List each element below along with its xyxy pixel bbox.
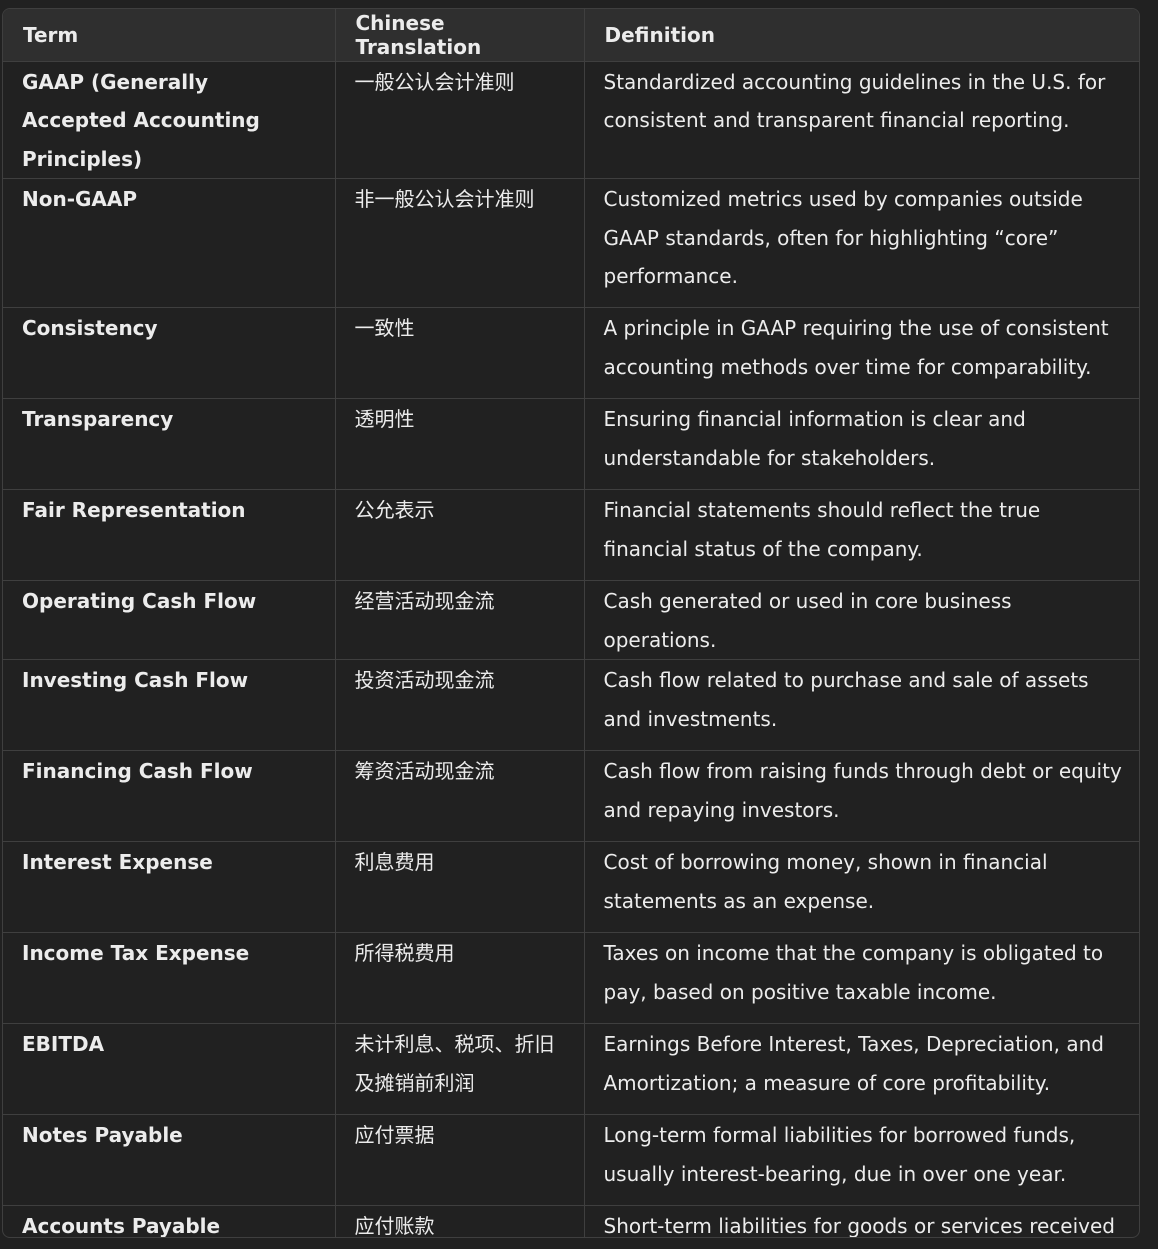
translation-cell: 应付账款 xyxy=(335,1205,585,1238)
term-text: Income Tax Expense xyxy=(22,941,250,965)
definition-text: Cost of borrowing money, shown in financ… xyxy=(603,850,1048,913)
translation-text: 应付票据 xyxy=(354,1123,435,1147)
term-text: GAAP (Generally Accepted Accounting Prin… xyxy=(22,69,260,171)
table-row: Financing Cash Flow 筹资活动现金流 Cash flow fr… xyxy=(3,750,1139,842)
definition-cell: Cash flow from raising funds through deb… xyxy=(584,750,1139,842)
table-row: Interest Expense 利息费用 Cost of borrowing … xyxy=(3,841,1139,933)
definition-cell: Ensuring financial information is clear … xyxy=(584,398,1139,490)
translation-text: 筹资活动现金流 xyxy=(354,759,495,783)
table-body: GAAP (Generally Accepted Accounting Prin… xyxy=(3,61,1139,1238)
term-cell: Operating Cash Flow xyxy=(3,580,336,660)
term-text: EBITDA xyxy=(22,1032,105,1056)
definition-text: Financial statements should reflect the … xyxy=(603,498,1041,561)
definition-text: Taxes on income that the company is obli… xyxy=(603,941,1104,1004)
term-text: Fair Representation xyxy=(22,498,246,522)
term-text: Financing Cash Flow xyxy=(22,759,253,783)
definition-text: Ensuring financial information is clear … xyxy=(603,407,1026,470)
table-row: Transparency 透明性 Ensuring financial info… xyxy=(3,398,1139,490)
translation-text: 透明性 xyxy=(354,407,415,431)
translation-cell: 投资活动现金流 xyxy=(335,659,585,751)
definition-text: Cash flow related to purchase and sale o… xyxy=(603,668,1089,731)
table-row: Income Tax Expense 所得税费用 Taxes on income… xyxy=(3,932,1139,1024)
table-row: Fair Representation 公允表示 Financial state… xyxy=(3,489,1139,581)
translation-text: 投资活动现金流 xyxy=(354,668,495,692)
translation-text: 一般公认会计准则 xyxy=(354,69,515,94)
definition-text: Cash flow from raising funds through deb… xyxy=(603,759,1122,822)
term-cell: Accounts Payable xyxy=(3,1205,336,1238)
table-row: EBITDA 未计利息、税项、折旧及摊销前利润 Earnings Before … xyxy=(3,1023,1139,1115)
glossary-table: Term Chinese Translation Definition GAAP… xyxy=(3,9,1139,1238)
translation-cell: 未计利息、税项、折旧及摊销前利润 xyxy=(335,1023,585,1115)
table-header: Term Chinese Translation Definition xyxy=(3,9,1139,62)
translation-text: 一致性 xyxy=(354,316,415,340)
definition-text: A principle in GAAP requiring the use of… xyxy=(603,316,1109,379)
translation-cell: 利息费用 xyxy=(335,841,585,933)
term-cell: Transparency xyxy=(3,398,336,490)
table-row: Non-GAAP 非一般公认会计准则 Customized metrics us… xyxy=(3,178,1139,308)
term-text: Interest Expense xyxy=(22,850,213,874)
translation-text: 所得税费用 xyxy=(354,941,455,965)
table-row: Operating Cash Flow 经营活动现金流 Cash generat… xyxy=(3,580,1139,660)
translation-cell: 一般公认会计准则 xyxy=(335,61,585,179)
table-row: Notes Payable 应付票据 Long-term formal liab… xyxy=(3,1114,1139,1206)
glossary-table-container: Term Chinese Translation Definition GAAP… xyxy=(2,8,1140,1238)
term-cell: Non-GAAP xyxy=(3,178,336,308)
term-cell: EBITDA xyxy=(3,1023,336,1115)
term-text: Transparency xyxy=(22,407,174,431)
translation-text: 未计利息、税项、折旧及摊销前利润 xyxy=(354,1032,555,1095)
term-cell: Notes Payable xyxy=(3,1114,336,1206)
definition-cell: Standardized accounting guidelines in th… xyxy=(584,61,1139,179)
definition-cell: Financial statements should reflect the … xyxy=(584,489,1139,581)
term-cell: Investing Cash Flow xyxy=(3,659,336,751)
definition-cell: Short-term liabilities for goods or serv… xyxy=(584,1206,1139,1238)
term-cell: GAAP (Generally Accepted Accounting Prin… xyxy=(3,61,336,179)
translation-cell: 所得税费用 xyxy=(335,932,585,1024)
translation-text: 利息费用 xyxy=(354,850,435,874)
table-row: Investing Cash Flow 投资活动现金流 Cash flow re… xyxy=(3,659,1139,751)
term-cell: Consistency xyxy=(3,307,336,399)
definition-cell: Long-term formal liabilities for borrowe… xyxy=(584,1114,1139,1206)
table-row: Consistency 一致性 A principle in GAAP requ… xyxy=(3,307,1139,399)
definition-text: Customized metrics used by companies out… xyxy=(603,187,1083,288)
translation-cell: 非一般公认会计准则 xyxy=(335,178,585,308)
term-text: Notes Payable xyxy=(22,1123,183,1147)
table-row: Accounts Payable 应付账款 Short-term liabili… xyxy=(3,1205,1139,1238)
definition-cell: A principle in GAAP requiring the use of… xyxy=(584,307,1139,399)
term-cell: Fair Representation xyxy=(3,489,336,581)
table-row: GAAP (Generally Accepted Accounting Prin… xyxy=(3,61,1139,179)
translation-text: 应付账款 xyxy=(354,1214,435,1238)
translation-cell: 透明性 xyxy=(335,398,585,490)
definition-cell: Cost of borrowing money, shown in financ… xyxy=(584,841,1139,933)
translation-cell: 公允表示 xyxy=(335,489,585,581)
translation-text: 非一般公认会计准则 xyxy=(354,187,535,211)
term-text: Consistency xyxy=(22,316,158,340)
definition-cell: Cash flow related to purchase and sale o… xyxy=(584,659,1139,751)
definition-text: Long-term formal liabilities for borrowe… xyxy=(603,1123,1076,1186)
translation-text: 公允表示 xyxy=(354,498,435,522)
term-text: Investing Cash Flow xyxy=(22,668,249,692)
translation-cell: 一致性 xyxy=(335,307,585,399)
term-text: Accounts Payable xyxy=(22,1214,221,1238)
term-cell: Financing Cash Flow xyxy=(3,750,336,842)
definition-text: Standardized accounting guidelines in th… xyxy=(603,69,1106,133)
term-text: Non-GAAP xyxy=(22,187,138,211)
definition-text: Cash generated or used in core business … xyxy=(603,589,1012,652)
term-cell: Income Tax Expense xyxy=(3,932,336,1024)
translation-cell: 应付票据 xyxy=(335,1114,585,1206)
definition-text: Earnings Before Interest, Taxes, Depreci… xyxy=(603,1032,1104,1095)
definition-cell: Cash generated or used in core business … xyxy=(584,580,1139,660)
definition-cell: Earnings Before Interest, Taxes, Depreci… xyxy=(584,1023,1139,1115)
table-header-row: Term Chinese Translation Definition xyxy=(3,9,1139,62)
translation-cell: 筹资活动现金流 xyxy=(335,750,585,842)
definition-text: Short-term liabilities for goods or serv… xyxy=(603,1214,1115,1238)
column-header-term: Term xyxy=(3,9,336,62)
term-text: Operating Cash Flow xyxy=(22,589,257,613)
definition-cell: Taxes on income that the company is obli… xyxy=(584,932,1139,1024)
translation-text: 经营活动现金流 xyxy=(354,589,495,613)
column-header-definition: Definition xyxy=(584,9,1139,62)
translation-cell: 经营活动现金流 xyxy=(335,580,585,660)
term-cell: Interest Expense xyxy=(3,841,336,933)
column-header-chinese-translation: Chinese Translation xyxy=(335,9,585,62)
definition-cell: Customized metrics used by companies out… xyxy=(584,178,1139,308)
